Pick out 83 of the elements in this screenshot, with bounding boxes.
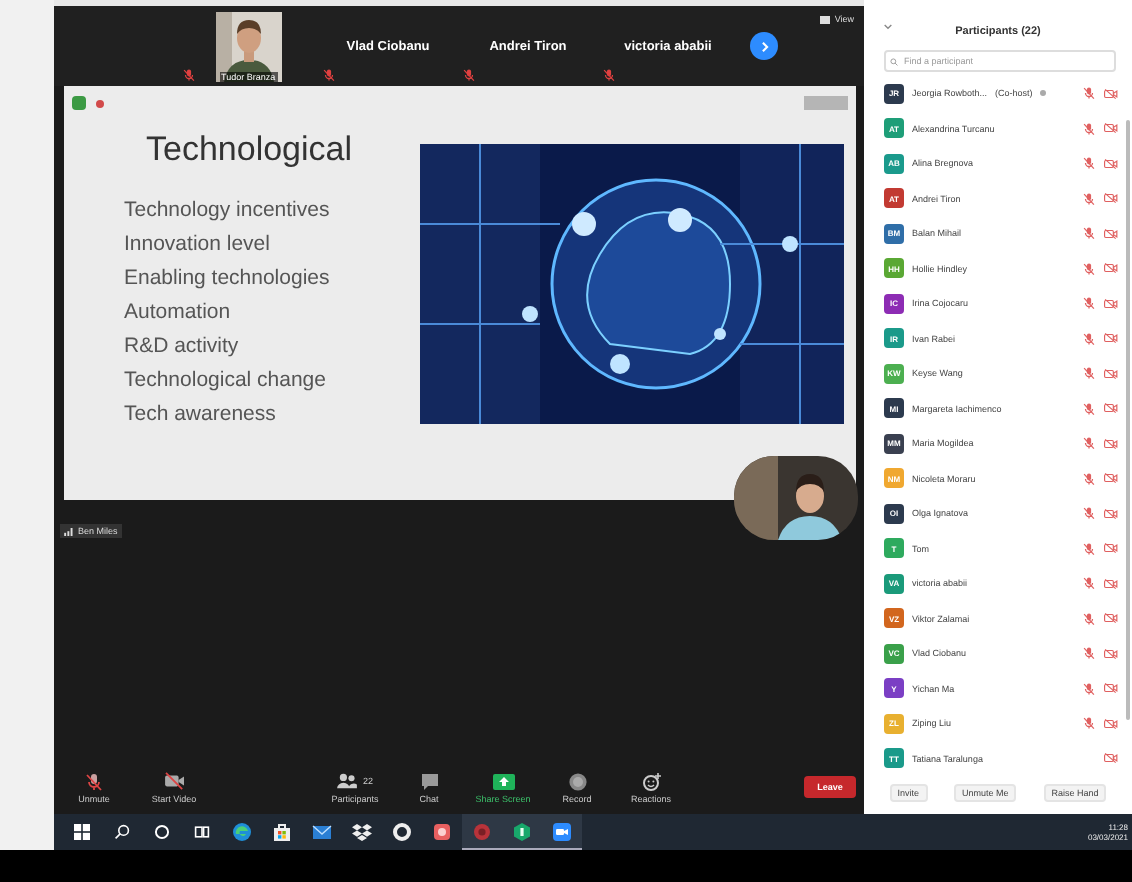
video-off-icon bbox=[1104, 332, 1118, 345]
smiley-plus-icon bbox=[641, 771, 661, 791]
timer-badge bbox=[804, 96, 848, 110]
taskbar-app[interactable] bbox=[542, 814, 582, 850]
host-icon bbox=[1040, 90, 1047, 97]
video-off-icon bbox=[1104, 262, 1118, 275]
muted-mic-icon bbox=[1082, 191, 1096, 206]
chevron-icon bbox=[757, 39, 771, 53]
video-off-icon bbox=[1104, 682, 1118, 695]
video-off-icon bbox=[1104, 192, 1118, 205]
taskbar-app[interactable] bbox=[462, 814, 502, 850]
muted-mic-icon bbox=[84, 771, 104, 791]
share-screen-icon bbox=[491, 771, 515, 791]
box-icon bbox=[352, 822, 372, 842]
muted-mic-icon bbox=[1082, 611, 1096, 626]
chat-icon bbox=[419, 771, 439, 791]
scrollbar[interactable] bbox=[1126, 120, 1130, 720]
muted-mic-icon bbox=[1082, 716, 1096, 731]
task-view-icon[interactable] bbox=[194, 824, 210, 840]
app-icon bbox=[472, 821, 492, 841]
video-off-icon bbox=[1104, 227, 1118, 240]
shopping-bag-icon bbox=[272, 822, 292, 842]
video-off-icon bbox=[1104, 157, 1118, 170]
muted-mic-icon bbox=[1082, 506, 1096, 521]
muted-mic-icon bbox=[1082, 86, 1096, 101]
muted-mic-icon bbox=[1082, 646, 1096, 661]
muted-mic-icon bbox=[1082, 121, 1096, 136]
signal-icon bbox=[64, 527, 74, 535]
slide-bullet: Technology incentives bbox=[124, 196, 332, 226]
video-off-icon bbox=[1104, 437, 1118, 450]
video-off-icon bbox=[1104, 647, 1118, 660]
video-off-icon bbox=[1104, 472, 1118, 485]
search-icon[interactable] bbox=[114, 824, 130, 840]
slide-bullet: R&D activity bbox=[124, 332, 241, 362]
muted-mic-icon bbox=[1082, 156, 1096, 171]
app-icon bbox=[432, 822, 452, 842]
slide-title: Technological bbox=[146, 130, 355, 170]
grid-icon bbox=[820, 15, 831, 23]
muted-mic-icon bbox=[602, 68, 616, 82]
slide-bullet: Enabling technologies bbox=[124, 264, 332, 294]
video-off-icon bbox=[163, 772, 185, 790]
muted-mic-icon bbox=[1082, 471, 1096, 486]
video-off-icon bbox=[1104, 507, 1118, 520]
slide-bullet: Automation bbox=[124, 298, 233, 328]
muted-mic-icon bbox=[322, 68, 336, 82]
video-off-icon bbox=[1104, 542, 1118, 555]
muted-mic-icon bbox=[462, 68, 476, 82]
video-off-icon bbox=[1104, 752, 1118, 765]
next-page-button[interactable] bbox=[750, 32, 778, 60]
muted-mic-icon bbox=[1082, 226, 1096, 241]
video-off-icon bbox=[1104, 402, 1118, 415]
slide-bullet: Tech awareness bbox=[124, 400, 278, 430]
muted-mic-icon bbox=[1082, 331, 1096, 346]
browser-icon bbox=[232, 822, 252, 842]
muted-mic-icon bbox=[1082, 261, 1096, 276]
record-icon bbox=[567, 771, 587, 791]
circle-icon[interactable] bbox=[154, 824, 170, 840]
video-off-icon bbox=[1104, 122, 1118, 135]
search-icon bbox=[890, 57, 898, 65]
video-off-icon bbox=[1104, 717, 1118, 730]
video-off-icon bbox=[1104, 87, 1118, 100]
video-off-icon bbox=[1104, 612, 1118, 625]
video-off-icon bbox=[1104, 367, 1118, 380]
slide-bullet: Technological change bbox=[124, 366, 328, 396]
muted-mic-icon bbox=[1082, 296, 1096, 311]
muted-mic-icon bbox=[1082, 401, 1096, 416]
lifebuoy-icon bbox=[392, 822, 412, 842]
muted-mic-icon bbox=[1082, 436, 1096, 451]
muted-mic-icon bbox=[1082, 366, 1096, 381]
participants-icon bbox=[336, 772, 359, 790]
video-camera-icon bbox=[552, 821, 572, 841]
muted-mic-icon bbox=[182, 68, 196, 82]
app-icon bbox=[512, 821, 532, 841]
status-dot bbox=[96, 99, 104, 107]
muted-mic-icon bbox=[1082, 576, 1096, 591]
slide-bullet: Innovation level bbox=[124, 230, 272, 260]
video-off-icon bbox=[1104, 577, 1118, 590]
windows-icon[interactable] bbox=[74, 824, 90, 840]
shield-icon bbox=[72, 96, 86, 110]
mail-icon bbox=[312, 822, 332, 842]
muted-mic-icon bbox=[1082, 681, 1096, 696]
video-off-icon bbox=[1104, 297, 1118, 310]
muted-mic-icon bbox=[1082, 541, 1096, 556]
